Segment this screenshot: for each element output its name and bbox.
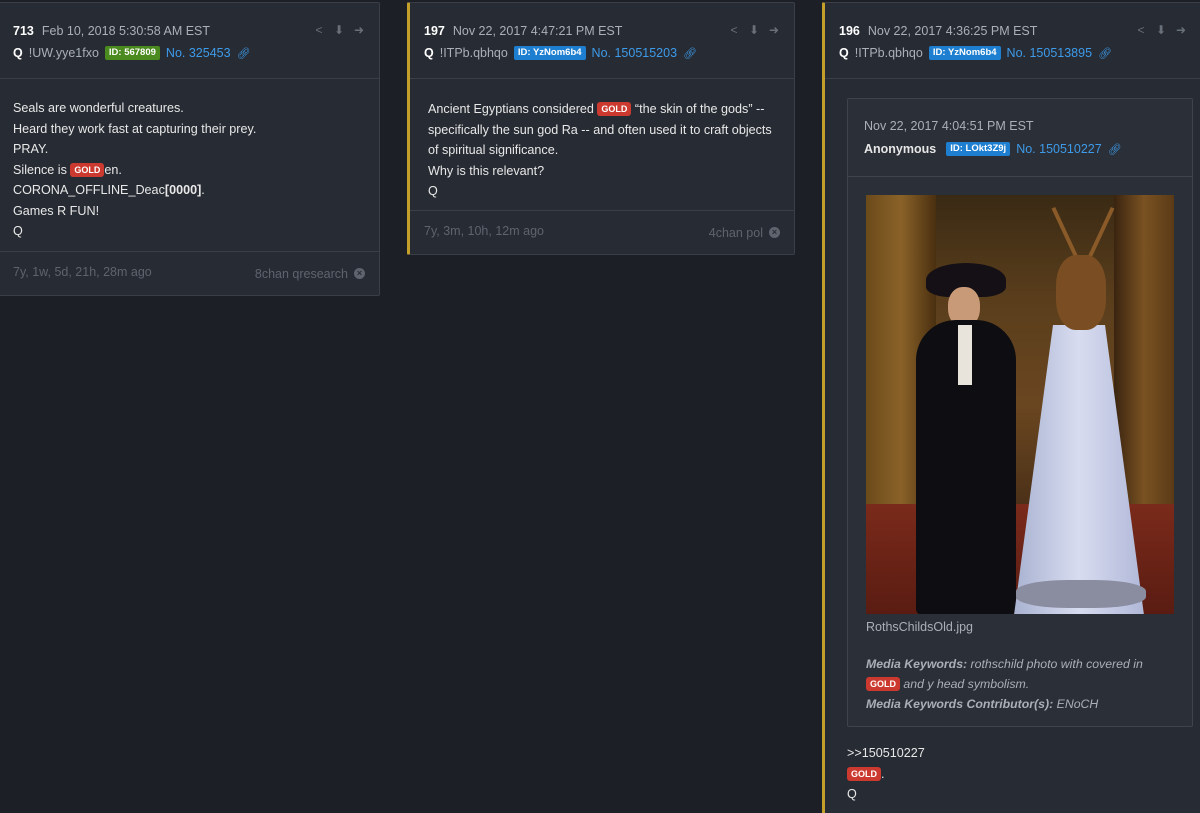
post-number[interactable]: 713 [13,24,34,38]
download-icon[interactable]: ⬇ [1155,23,1167,37]
poster-id-badge: ID: LOkt3Z9j [946,142,1011,156]
post-date: Nov 22, 2017 4:36:25 PM EST [867,24,1038,38]
post-196: 196 Nov 22, 2017 4:36:25 PM EST Q !ITPb.… [822,2,1200,813]
link-icon[interactable]: 🔗︎ [237,47,251,60]
post-actions: < ⬇ ➜ [728,23,780,37]
post-link[interactable]: No. 150513895 [1007,46,1093,60]
post-date: Nov 22, 2017 4:47:21 PM EST [452,24,623,38]
download-icon[interactable]: ⬇ [748,23,760,37]
post-date: Feb 10, 2018 5:30:58 AM EST [41,24,211,38]
post-header: 713 Feb 10, 2018 5:30:58 AM EST Q !UW.yy… [0,3,379,79]
gold-badge: GOLD [597,102,632,116]
body-line: Why is this relevant? [428,163,545,178]
keywords-text: rothschild photo with covered in [967,657,1143,671]
post-author: Q [13,46,23,60]
body-text: Silence is [13,162,71,177]
body-line: Q [13,224,23,238]
post-number[interactable]: 196 [839,24,860,38]
body-text: . [201,183,205,197]
body-line: PRAY. [13,142,49,156]
post-body: >>150510227 GOLD. Q [847,743,925,805]
post-footer: 7y, 3m, 10h, 12m ago 4chan pol × [410,210,794,254]
share-icon[interactable]: < [1135,23,1147,37]
post-source[interactable]: 4chan pol [709,226,763,240]
post-number[interactable]: 197 [424,24,445,38]
gold-badge: GOLD [866,677,900,691]
quoted-post-date: Nov 22, 2017 4:04:51 PM EST [864,119,1034,133]
arrow-right-circle-icon[interactable]: ➜ [1175,23,1187,37]
poster-id-badge: ID: 567809 [104,46,160,60]
body-text: CORONA_OFFLINE_Deac [13,183,165,197]
close-circle-icon[interactable]: × [769,227,780,238]
post-header: 196 Nov 22, 2017 4:36:25 PM EST Q !ITPb.… [825,3,1200,79]
post-source[interactable]: 8chan qresearch [255,267,348,281]
reply-reference[interactable]: >>150510227 [847,743,925,764]
keywords-text: and y head symbolism. [900,677,1030,691]
post-actions: < ⬇ ➜ [313,23,365,37]
body-text: Ancient Egyptians considered [428,102,598,116]
post-author: Q [424,46,434,60]
quoted-post: Nov 22, 2017 4:04:51 PM EST Anonymous ID… [847,98,1193,727]
share-icon[interactable]: < [728,23,740,37]
post-tripcode: !UW.yye1fxo [28,46,99,60]
post-footer: 7y, 1w, 5d, 21h, 28m ago 8chan qresearch… [0,251,379,295]
gold-badge: GOLD [70,162,105,177]
download-icon[interactable]: ⬇ [333,23,345,37]
poster-id-badge: ID: YzNom6b4 [513,46,586,60]
attached-photo[interactable] [866,195,1174,614]
post-713: 713 Feb 10, 2018 5:30:58 AM EST Q !UW.yy… [0,2,380,296]
post-tripcode: !ITPb.qbhqo [439,46,508,60]
poster-id-badge: ID: YzNom6b4 [928,46,1001,60]
body-line: Heard they work fast at capturing their … [13,121,257,136]
attachment-filename[interactable]: RothsChildsOld.jpg [866,620,973,634]
post-tripcode: !ITPb.qbhqo [854,46,923,60]
share-icon[interactable]: < [313,23,325,37]
body-line: Q [428,184,438,198]
body-line: Seals are wonderful creatures. [13,101,184,115]
body-line: CORONA_OFFLINE_Deac[0000]. [13,180,365,201]
post-body: Ancient Egyptians considered GOLD “the s… [410,79,794,202]
close-circle-icon[interactable]: × [354,268,365,279]
post-link[interactable]: No. 325453 [166,46,231,60]
arrow-right-circle-icon[interactable]: ➜ [768,23,780,37]
body-line: Silence is GOLD en. [13,160,365,181]
body-line: GOLD. [847,764,925,785]
quoted-post-author: Anonymous [864,142,937,156]
arrow-right-circle-icon[interactable]: ➜ [353,23,365,37]
post-actions: < ⬇ ➜ [1135,23,1187,37]
post-author: Q [839,46,849,60]
post-age: 7y, 1w, 5d, 21h, 28m ago [13,265,152,279]
link-icon[interactable]: 🔗︎ [1098,47,1112,60]
post-age: 7y, 3m, 10h, 12m ago [424,224,544,238]
post-197: 197 Nov 22, 2017 4:47:21 PM EST Q !ITPb.… [407,2,795,255]
body-paragraph: Ancient Egyptians considered GOLD “the s… [428,99,780,161]
gold-badge: GOLD [847,766,881,781]
quoted-post-link[interactable]: No. 150510227 [1016,142,1102,156]
contributor-text: ENoCH [1053,697,1099,711]
keywords-label: Media Keywords: [866,657,968,671]
body-line: Games R FUN! [13,203,100,218]
body-text: en. [104,162,122,177]
post-link[interactable]: No. 150515203 [592,46,678,60]
body-bold: [0000] [164,183,202,197]
link-icon[interactable]: 🔗︎ [683,47,697,60]
body-text: . [881,766,885,781]
body-line: Q [847,787,857,801]
contributor-label: Media Keywords Contributor(s): [866,697,1054,711]
post-body: Seals are wonderful creatures. Heard the… [0,79,379,242]
post-header: 197 Nov 22, 2017 4:47:21 PM EST Q !ITPb.… [410,3,794,79]
quoted-post-header: Nov 22, 2017 4:04:51 PM EST Anonymous ID… [848,99,1192,177]
media-keywords: Media Keywords: rothschild photo with co… [866,654,1176,714]
link-icon[interactable]: 🔗︎ [1108,143,1122,156]
